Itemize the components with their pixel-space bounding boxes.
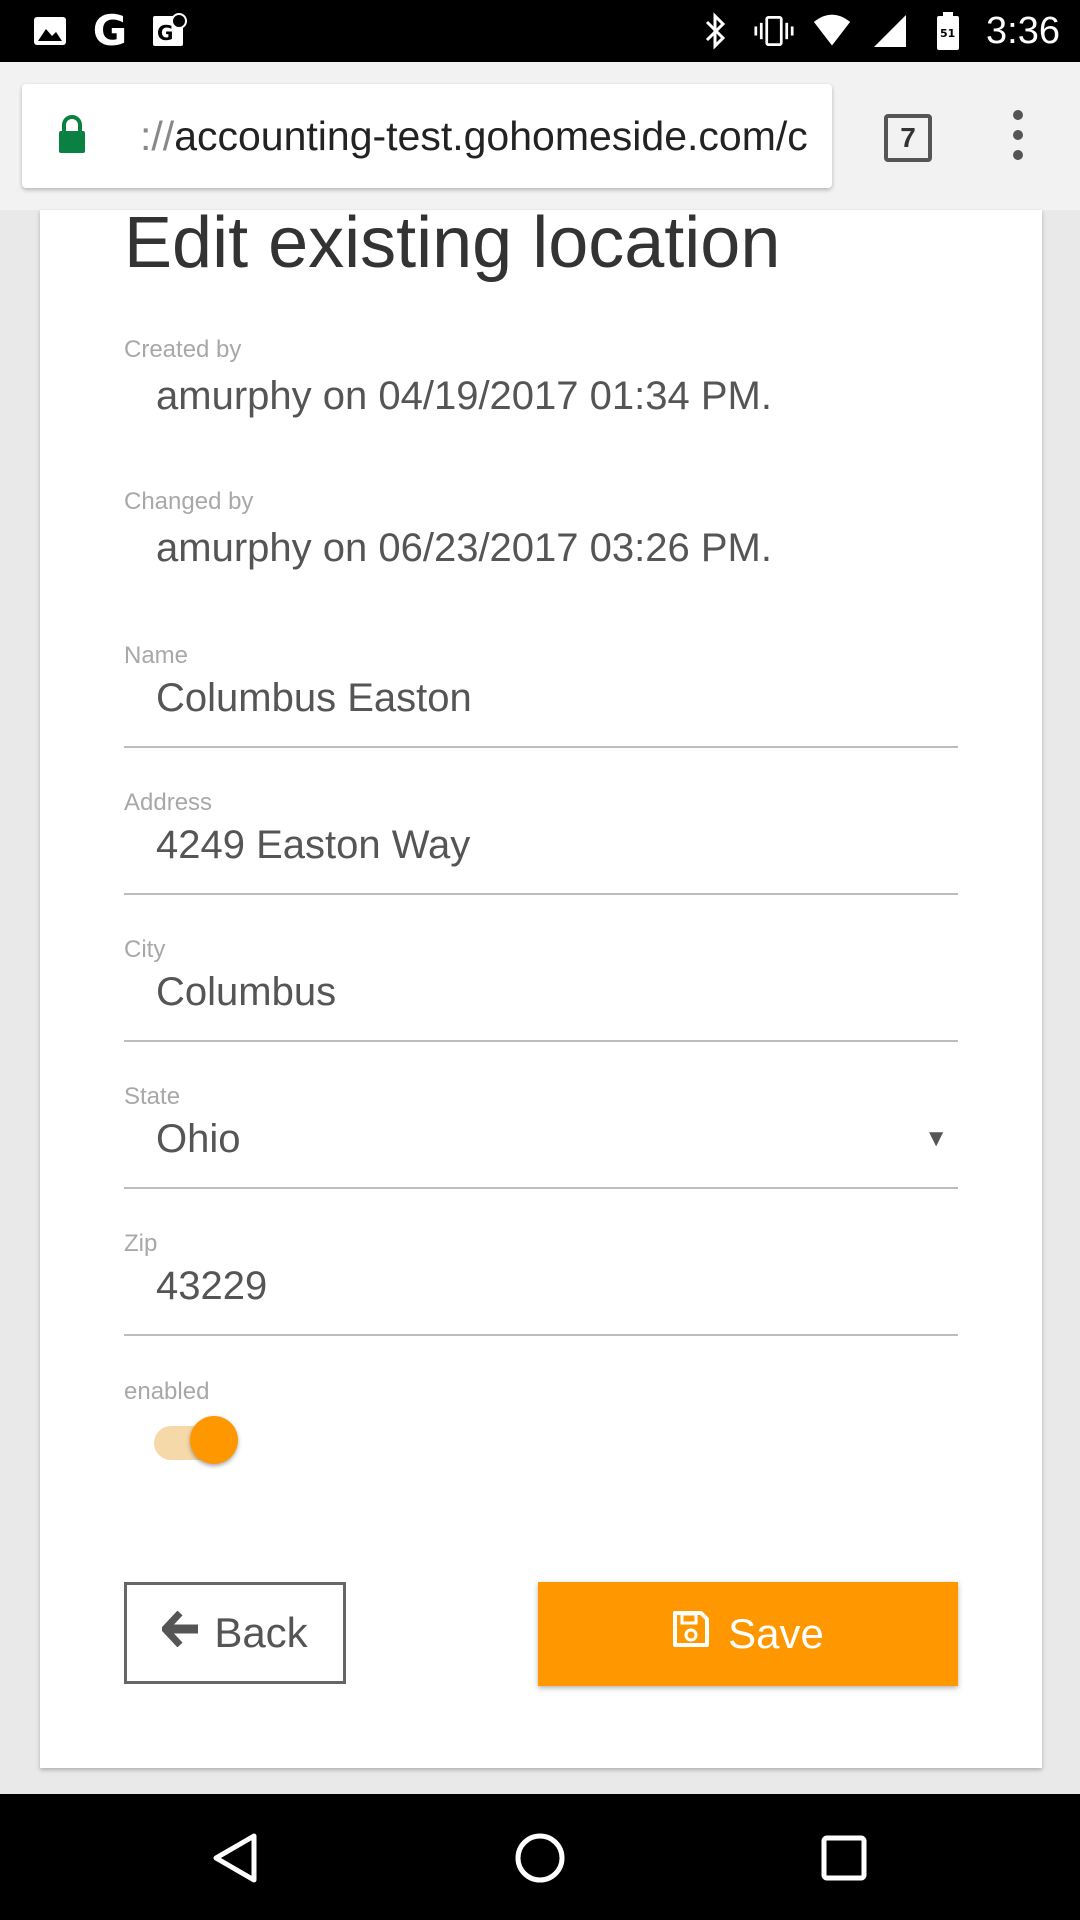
save-button[interactable]: Save	[538, 1582, 958, 1686]
wifi-icon	[812, 11, 852, 51]
battery-icon: 51	[928, 11, 968, 51]
dropdown-arrow-icon[interactable]: ▼	[924, 1125, 948, 1153]
signal-icon	[870, 11, 910, 51]
lock-icon	[58, 114, 86, 156]
back-triangle-icon[interactable]	[210, 1832, 262, 1884]
system-nav-bar	[0, 1794, 1080, 1920]
recents-square-icon[interactable]	[818, 1832, 870, 1884]
city-input[interactable]	[156, 970, 916, 1015]
bluetooth-icon	[696, 11, 736, 51]
zip-field: Zip	[124, 1230, 958, 1336]
url-host: accounting-test.gohomeside.com/c	[174, 113, 808, 159]
zip-input[interactable]	[156, 1264, 916, 1309]
back-label: Back	[214, 1609, 308, 1656]
home-circle-icon[interactable]	[514, 1832, 566, 1884]
address-field: Address	[124, 789, 958, 895]
address-label: Address	[124, 789, 213, 816]
url-bar[interactable]: ://accounting-test.gohomeside.com/c	[22, 84, 832, 188]
page-title: Edit existing location	[124, 203, 781, 283]
tab-switcher-button[interactable]: 7	[884, 114, 932, 162]
name-input[interactable]	[156, 676, 916, 721]
created-by-label: Created by	[124, 336, 242, 363]
toggle-knob	[190, 1416, 238, 1464]
state-label: State	[124, 1083, 181, 1110]
google-icon: G	[92, 6, 128, 55]
city-field: City	[124, 936, 958, 1042]
name-label: Name	[124, 642, 189, 669]
state-field[interactable]: State Ohio ▼	[124, 1083, 958, 1189]
floppy-disk-icon	[672, 1610, 710, 1658]
save-label: Save	[728, 1610, 824, 1657]
enabled-toggle[interactable]	[154, 1416, 238, 1464]
image-icon	[30, 11, 70, 51]
status-bar: G G 51 3:36	[0, 0, 1080, 62]
arrow-left-icon	[161, 1609, 200, 1657]
city-label: City	[124, 936, 166, 963]
zip-label: Zip	[124, 1230, 158, 1257]
created-by-value: amurphy on 04/19/2017 01:34 PM.	[156, 374, 772, 418]
back-button[interactable]: Back	[124, 1582, 346, 1684]
browser-toolbar: ://accounting-test.gohomeside.com/c 7	[0, 62, 1080, 210]
name-field: Name	[124, 642, 958, 748]
enabled-label: enabled	[124, 1378, 210, 1405]
clock: 3:36	[986, 9, 1060, 52]
location-form-card: Edit existing location Created by amurph…	[40, 203, 1042, 1768]
maps-icon: G	[150, 11, 190, 51]
vibrate-icon	[754, 11, 794, 51]
changed-by-value: amurphy on 06/23/2017 03:26 PM.	[156, 526, 772, 570]
state-select[interactable]: Ohio	[156, 1117, 916, 1162]
address-input[interactable]	[156, 823, 916, 868]
svg-text:G: G	[157, 21, 173, 45]
url-text[interactable]: ://accounting-test.gohomeside.com/c	[140, 108, 830, 164]
svg-text:51: 51	[940, 27, 955, 40]
url-scheme: ://	[140, 113, 175, 159]
overflow-menu-icon[interactable]	[1008, 110, 1028, 170]
changed-by-label: Changed by	[124, 488, 254, 515]
